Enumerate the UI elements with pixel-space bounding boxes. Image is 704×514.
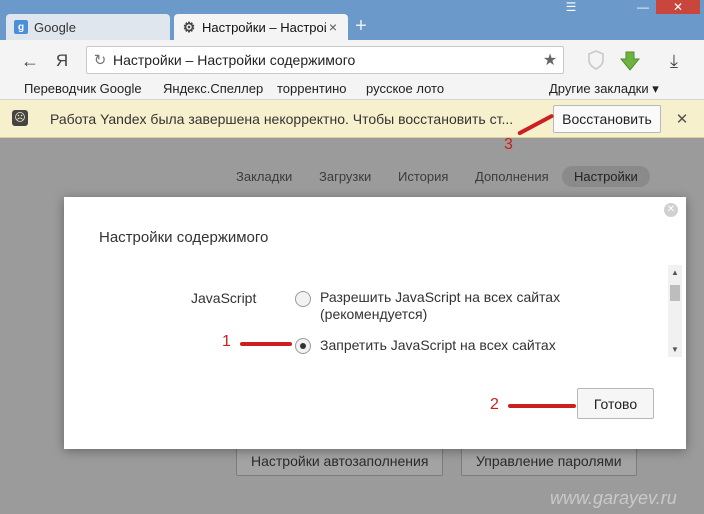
google-favicon-icon: g bbox=[14, 20, 28, 34]
bookmarks-bar: Переводчик Google Яндекс.Спеллер торрент… bbox=[0, 80, 704, 100]
scroll-up-icon[interactable]: ▲ bbox=[671, 268, 679, 277]
back-arrow-icon[interactable]: ← bbox=[18, 50, 42, 72]
tab-label: Google bbox=[34, 19, 76, 35]
javascript-section-label: JavaScript bbox=[191, 290, 257, 306]
tab-label: Настройки – Настрой bbox=[202, 19, 326, 35]
bookmark-item[interactable]: русское лото bbox=[366, 81, 444, 96]
nav-settings[interactable]: Настройки bbox=[562, 166, 650, 187]
window-close-icon[interactable]: ✕ bbox=[656, 0, 700, 14]
option-line: Разрешить JavaScript на всех сайтах bbox=[320, 289, 561, 305]
sad-face-icon: ☹ bbox=[12, 110, 28, 126]
nav-extensions[interactable]: Дополнения bbox=[475, 169, 549, 184]
shield-icon[interactable] bbox=[584, 50, 608, 72]
dialog-close-icon[interactable]: ✕ bbox=[664, 203, 678, 217]
infobar-message: Работа Yandex была завершена некорректно… bbox=[50, 111, 514, 127]
toolbar: ← Я ↻ Настройки – Настройки содержимого … bbox=[0, 40, 704, 80]
tab-settings[interactable]: ⚙ Настройки – Настрой × bbox=[174, 14, 348, 40]
scroll-thumb[interactable] bbox=[670, 285, 680, 301]
tab-strip: g Google ⚙ Настройки – Настрой × + ☰ — ✕ bbox=[0, 0, 704, 40]
watermark: www.garayev.ru bbox=[550, 488, 677, 508]
new-tab-button[interactable]: + bbox=[352, 16, 370, 36]
minimize-icon[interactable]: — bbox=[632, 0, 654, 14]
tab-close-icon[interactable]: × bbox=[326, 19, 340, 35]
annotation-arrow bbox=[240, 342, 292, 346]
infobar-close-icon[interactable]: ✕ bbox=[674, 110, 690, 128]
gear-icon: ⚙ bbox=[182, 18, 196, 35]
option-line: (рекомендуется) bbox=[320, 306, 428, 322]
address-input[interactable]: Настройки – Настройки содержимого bbox=[113, 52, 537, 68]
nav-downloads[interactable]: Загрузки bbox=[319, 169, 371, 184]
nav-bookmarks[interactable]: Закладки bbox=[236, 169, 292, 184]
annotation-number: 3 bbox=[504, 136, 513, 153]
restore-button[interactable]: Восстановить bbox=[553, 105, 661, 133]
annotation-number: 2 bbox=[490, 396, 499, 413]
option-line: Запретить JavaScript на всех сайтах bbox=[320, 337, 556, 353]
annotation-arrow bbox=[508, 404, 576, 408]
content-settings-dialog: ✕ Настройки содержимого JavaScript Разре… bbox=[64, 197, 686, 449]
address-bar[interactable]: ↻ Настройки – Настройки содержимого ★ bbox=[86, 46, 564, 74]
autofill-settings-button[interactable]: Настройки автозаполнения bbox=[236, 446, 444, 476]
star-icon[interactable]: ★ bbox=[537, 50, 563, 70]
bookmark-item[interactable]: Переводчик Google bbox=[24, 81, 142, 96]
manage-passwords-button[interactable]: Управление паролями bbox=[461, 446, 637, 476]
bookmark-item[interactable]: Яндекс.Спеллер bbox=[163, 81, 263, 96]
annotation-number: 1 bbox=[222, 333, 231, 350]
allow-javascript-label[interactable]: Разрешить JavaScript на всех сайтах (рек… bbox=[320, 289, 560, 323]
allow-javascript-radio[interactable] bbox=[295, 291, 311, 307]
download-extension-icon[interactable] bbox=[618, 50, 642, 72]
dialog-scrollbar[interactable]: ▲ ▼ bbox=[668, 265, 682, 357]
scroll-down-icon[interactable]: ▼ bbox=[671, 345, 679, 354]
nav-history[interactable]: История bbox=[398, 169, 448, 184]
downloads-icon[interactable]: ⤓ bbox=[662, 50, 686, 72]
dialog-title: Настройки содержимого bbox=[99, 229, 269, 246]
done-button[interactable]: Готово bbox=[577, 388, 654, 419]
other-bookmarks[interactable]: Другие закладки ▾ bbox=[549, 81, 659, 97]
yandex-icon[interactable]: Я bbox=[50, 50, 74, 72]
block-javascript-label[interactable]: Запретить JavaScript на всех сайтах bbox=[320, 337, 556, 354]
reload-icon[interactable]: ↻ bbox=[87, 51, 113, 69]
menu-icon[interactable]: ☰ bbox=[560, 0, 582, 14]
crash-infobar: ☹ Работа Yandex была завершена некоррект… bbox=[0, 100, 704, 138]
block-javascript-radio[interactable] bbox=[295, 338, 311, 354]
tab-google[interactable]: g Google bbox=[6, 14, 170, 40]
bookmark-item[interactable]: торрентино bbox=[277, 81, 347, 96]
